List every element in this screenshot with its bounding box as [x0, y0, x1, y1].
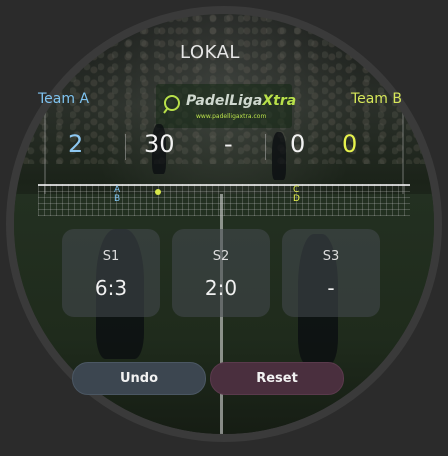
- set-label: S1: [102, 249, 120, 264]
- sponsor-url: www.padelligaxtra.com: [196, 113, 267, 120]
- team-b-points[interactable]: 0: [290, 130, 305, 158]
- scoreboard: 2 30 - 0 0: [40, 126, 380, 168]
- set-card-1: S1 6:3: [62, 229, 160, 317]
- set-label: S2: [212, 249, 230, 264]
- set-score: -: [327, 276, 335, 300]
- tennis-ball-icon: [155, 189, 161, 195]
- team-b-games[interactable]: 0: [342, 130, 357, 158]
- team-b-players: CD: [293, 185, 300, 204]
- team-a-games[interactable]: 2: [68, 130, 83, 158]
- sponsor-name: PadelLigaXtra: [186, 93, 297, 109]
- team-a-label: Team A: [38, 91, 90, 107]
- score-separator: -: [224, 130, 233, 158]
- team-a-points[interactable]: 30: [144, 130, 175, 158]
- match-title: LOKAL: [180, 42, 240, 63]
- team-b-label: Team B: [350, 91, 402, 107]
- undo-button[interactable]: Undo: [72, 362, 206, 395]
- set-card-3: S3 -: [282, 229, 380, 317]
- reset-button[interactable]: Reset: [210, 362, 344, 395]
- court-net: [38, 184, 410, 216]
- set-label: S3: [322, 249, 340, 264]
- divider: [265, 134, 266, 160]
- set-score: 2:0: [204, 276, 238, 300]
- padel-racket-icon: [163, 95, 180, 114]
- sponsor-logo: PadelLigaXtra www.padelligaxtra.com: [156, 84, 296, 128]
- set-score: 6:3: [94, 276, 128, 300]
- divider: [125, 134, 126, 160]
- set-card-2: S2 2:0: [172, 229, 270, 317]
- team-a-players: AB: [114, 185, 121, 204]
